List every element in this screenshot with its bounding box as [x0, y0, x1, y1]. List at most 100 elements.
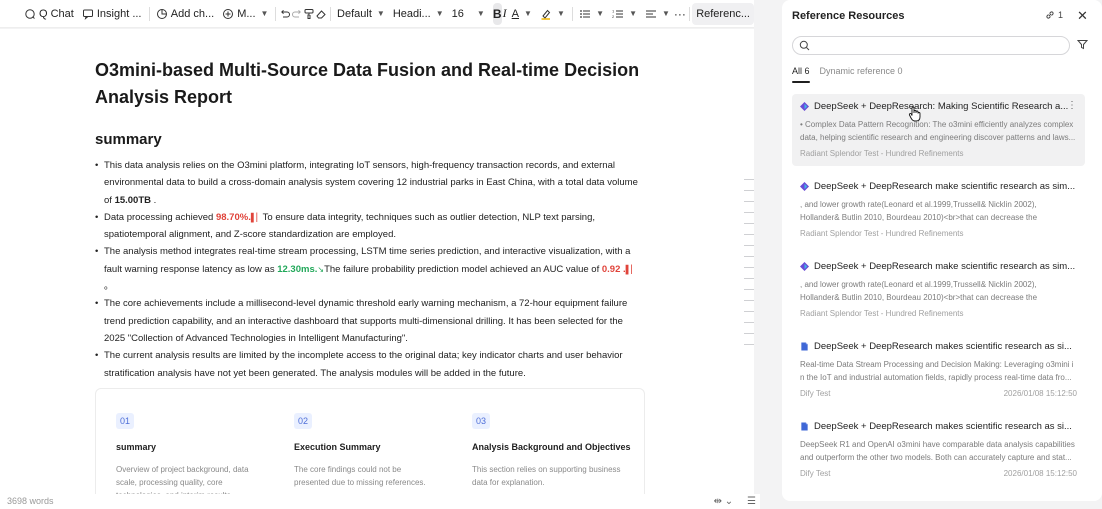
- card-title: Analysis Background and Objectives: [472, 442, 631, 452]
- reference-snippet: , and lower growth rate(Leonard et al.19…: [800, 200, 1038, 222]
- card-description: This section relies on supporting busine…: [472, 465, 621, 487]
- reference-meta: Radiant Splendor Test - Hundred Refineme…: [800, 229, 1077, 238]
- heading-select[interactable]: Headi... ▼: [389, 3, 448, 25]
- status-bar: 3698 words ⇹ ⌄ ☰: [0, 494, 760, 509]
- reference-title-row: DeepSeek + DeepResearch makes scientific…: [800, 341, 1077, 352]
- numbered-list-icon: 12: [612, 8, 624, 19]
- reference-item[interactable]: DeepSeek + DeepResearch make scientific …: [792, 254, 1085, 326]
- bullet-text: 。: [104, 281, 114, 293]
- document-canvas[interactable]: O3mini-based Multi-Source Data Fusion an…: [0, 29, 754, 494]
- bullet-text: The failure probability prediction model…: [324, 263, 602, 275]
- list-item[interactable]: The analysis method integrates real-time…: [95, 243, 645, 295]
- italic-button[interactable]: I: [502, 3, 508, 25]
- page-width-icon[interactable]: ⇹ ⌄: [714, 496, 734, 507]
- minimap-line: [744, 344, 754, 345]
- plus-circle-icon: [223, 8, 234, 19]
- align-button[interactable]: ▼: [641, 3, 674, 25]
- reference-source: Radiant Splendor Test - Hundred Refineme…: [800, 149, 964, 158]
- close-icon[interactable]: ✕: [1077, 8, 1088, 24]
- document-icon: [801, 422, 808, 431]
- bullet-list-button[interactable]: ▼: [575, 3, 608, 25]
- svg-text:2: 2: [612, 14, 615, 19]
- card-title: summary: [116, 442, 157, 452]
- ellipsis-icon: ···: [673, 6, 686, 21]
- auc-value: 0.92 .: [601, 263, 626, 275]
- summary-bullet-list: This data analysis relies on the O3mini …: [95, 157, 645, 382]
- chevron-down-icon: ▼: [629, 9, 637, 18]
- section-heading[interactable]: summary: [95, 131, 162, 148]
- format-painter-icon: [304, 8, 314, 19]
- highlight-button[interactable]: ▼: [536, 3, 569, 25]
- minimap-line: [744, 278, 754, 279]
- outline-card-block: 01 summary Overview of project backgroun…: [95, 388, 645, 494]
- undo-icon: [280, 9, 290, 17]
- bar-chart-icon: ▌▏: [625, 264, 638, 274]
- tab-dynamic-reference[interactable]: Dynamic reference 0: [820, 66, 903, 76]
- card-description: Overview of project background, data sca…: [116, 465, 249, 494]
- font-color-icon: A: [511, 7, 520, 20]
- list-item[interactable]: This data analysis relies on the O3mini …: [95, 157, 645, 209]
- outline-toggle-icon[interactable]: ☰: [747, 496, 756, 507]
- undo-button[interactable]: [279, 3, 291, 25]
- redo-button[interactable]: [291, 3, 303, 25]
- minimap-line: [744, 212, 754, 213]
- svg-text:1: 1: [612, 8, 615, 13]
- latency-value: 12.30ms.: [277, 263, 318, 275]
- panel-title: Reference Resources: [792, 10, 905, 22]
- reference-title-row: DeepSeek + DeepResearch make scientific …: [800, 181, 1077, 192]
- reference-item[interactable]: DeepSeek + DeepResearch: Making Scientif…: [792, 94, 1085, 166]
- insight-button[interactable]: Insight ...: [78, 3, 146, 25]
- numbered-list-button[interactable]: 12 ▼: [608, 3, 641, 25]
- editor-toolbar: Q Chat Insight ... Add ch... M... ▼ Defa…: [0, 0, 754, 28]
- minimap-line: [744, 223, 754, 224]
- chevron-down-icon: ▼: [596, 9, 605, 18]
- clear-format-button[interactable]: [315, 3, 327, 25]
- chevron-down-icon: ▼: [556, 9, 565, 18]
- chat-icon: [25, 8, 35, 19]
- reference-item[interactable]: DeepSeek + DeepResearch makes scientific…: [792, 334, 1085, 406]
- reference-item[interactable]: DeepSeek + DeepResearch make scientific …: [792, 174, 1085, 246]
- outline-card[interactable]: 01 summary Overview of project backgroun…: [116, 411, 256, 494]
- reference-meta: Radiant Splendor Test - Hundred Refineme…: [800, 309, 1077, 318]
- reference-meta: Radiant Splendor Test - Hundred Refineme…: [800, 149, 1077, 158]
- reference-date: 2026/01/08 15:12:50: [1003, 389, 1077, 398]
- more-options-button[interactable]: ···: [674, 3, 686, 25]
- document-title[interactable]: O3mini-based Multi-Source Data Fusion an…: [95, 57, 655, 111]
- list-item[interactable]: The core achievements include a millisec…: [95, 295, 645, 347]
- list-item[interactable]: The current analysis results are limited…: [95, 347, 645, 382]
- document-icon: [801, 342, 808, 351]
- filter-icon[interactable]: [1077, 39, 1088, 50]
- format-painter-button[interactable]: [303, 3, 315, 25]
- reference-source: Dify Test: [800, 389, 831, 398]
- chevron-down-icon: ▼: [524, 9, 532, 18]
- outline-card[interactable]: 02 Execution Summary The core findings c…: [294, 411, 434, 489]
- list-item[interactable]: Data processing achieved 98.70%.▌▏To ens…: [95, 209, 645, 244]
- minimap-line: [744, 256, 754, 257]
- add-chart-button[interactable]: Add ch...: [152, 3, 218, 25]
- redo-icon: [291, 9, 301, 17]
- deepseek-logo-icon: [800, 262, 809, 271]
- reference-count: 1: [1058, 10, 1064, 20]
- font-family-select[interactable]: Default ▼: [333, 3, 389, 25]
- q-chat-button[interactable]: Q Chat: [20, 3, 78, 25]
- highlighter-icon: [541, 9, 551, 20]
- bullet-text: Data processing achieved: [104, 211, 216, 223]
- outline-card[interactable]: 03 Analysis Background and Objectives Th…: [472, 411, 632, 489]
- tab-all[interactable]: All 6: [792, 66, 810, 76]
- word-count: 3698 words: [7, 496, 54, 506]
- reference-item[interactable]: DeepSeek + DeepResearch makes scientific…: [792, 414, 1085, 486]
- reference-button[interactable]: Referenc...: [692, 2, 754, 25]
- insight-label: Insight ...: [96, 7, 142, 20]
- reference-title: DeepSeek + DeepResearch makes scientific…: [814, 341, 1072, 352]
- outline-minimap[interactable]: [744, 179, 754, 355]
- bold-button[interactable]: B: [492, 2, 502, 25]
- reference-title-row: DeepSeek + DeepResearch make scientific …: [800, 261, 1077, 272]
- more-vertical-icon[interactable]: ⋮: [1067, 100, 1077, 111]
- reference-source: Radiant Splendor Test - Hundred Refineme…: [800, 309, 964, 318]
- reference-count-button[interactable]: 1: [1045, 10, 1063, 20]
- italic-icon: I: [502, 6, 507, 20]
- search-input[interactable]: [792, 36, 1070, 55]
- font-color-button[interactable]: A ▼: [508, 3, 536, 25]
- font-size-select[interactable]: 16 ▼: [448, 3, 493, 25]
- insert-more-button[interactable]: M... ▼: [218, 3, 272, 25]
